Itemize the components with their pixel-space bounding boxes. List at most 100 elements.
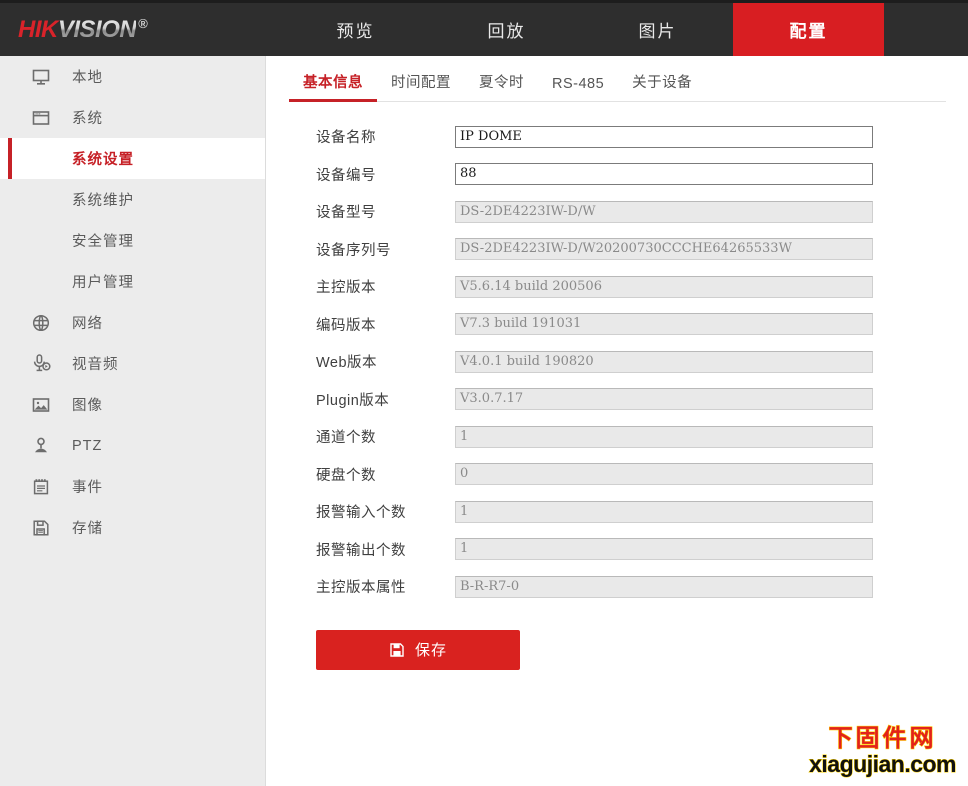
hikvision-logo: HIKVISION ® bbox=[18, 15, 148, 44]
logo-hik-text: HIK bbox=[18, 15, 58, 43]
field-device-serial-row: 设备序列号 DS-2DE4223IW-D/W20200730CCCHE642655… bbox=[267, 231, 968, 269]
field-device-name[interactable]: IP DOME bbox=[455, 125, 873, 148]
field-hdd-count-label: 硬盘个数 bbox=[316, 467, 376, 484]
tab-about-device[interactable]: 关于设备 bbox=[618, 71, 706, 102]
tab-basic-info[interactable]: 基本信息 bbox=[289, 71, 377, 102]
sidebar-item-system[interactable]: 系统 bbox=[0, 97, 265, 138]
sidebar-item-security-management[interactable]: 安全管理 bbox=[0, 220, 265, 261]
field-alarm-in-count-label: 报警输入个数 bbox=[316, 505, 406, 522]
top-header: HIKVISION ® 预览 回放 图片 配置 bbox=[0, 0, 968, 56]
sidebar-nav: 本地 系统系统设置系统维护安全管理用户管理网络视音频图像 PTZ 事件 存储 bbox=[0, 56, 266, 786]
window-icon bbox=[30, 107, 52, 129]
watermark-cn-text: 下固件网 bbox=[828, 724, 937, 752]
field-device-model: DS-2DE4223IW-D/W bbox=[455, 200, 873, 223]
field-device-name-row: 设备名称 IP DOME bbox=[267, 118, 968, 156]
field-plugin-version-row: Plugin版本 V3.0.7.17 bbox=[267, 381, 968, 419]
content-panel: 基本信息 时间配置 夏令时 RS-485 关于设备 设备名称 IP DOME 设备编号 88 设… bbox=[267, 56, 968, 786]
sidebar-item-system-maintenance-label: 系统维护 bbox=[72, 193, 134, 209]
field-encoding-version-row: 编码版本 V7.3 build 191031 bbox=[267, 306, 968, 344]
field-web-version: V4.0.1 build 190820 bbox=[455, 350, 873, 373]
field-device-no[interactable]: 88 bbox=[455, 163, 873, 186]
sidebar-item-network[interactable]: 网络 bbox=[0, 302, 265, 343]
app-window: HIKVISION ® 预览 回放 图片 配置 本地 系统系统设置系统维护安全管理用户管理… bbox=[0, 0, 968, 786]
field-hdd-count-row: 硬盘个数 0 bbox=[267, 456, 968, 494]
field-alarm-in-count-row: 报警输入个数 1 bbox=[267, 493, 968, 531]
tab-about-device-label: 关于设备 bbox=[632, 75, 693, 91]
sidebar-item-ptz[interactable]: PTZ bbox=[0, 425, 265, 466]
save-area: 保存 bbox=[267, 629, 968, 670]
field-alarm-in-count: 1 bbox=[455, 500, 873, 523]
save-button[interactable]: 保存 bbox=[316, 629, 520, 670]
tab-rs485-label: RS-485 bbox=[552, 76, 605, 92]
tab-time-settings[interactable]: 时间配置 bbox=[377, 71, 465, 102]
tab-time-settings-label: 时间配置 bbox=[391, 75, 451, 91]
tab-basic-info-label: 基本信息 bbox=[303, 75, 363, 91]
nav-picture[interactable]: 图片 bbox=[582, 3, 733, 56]
field-firmware-version: V5.6.14 build 200506 bbox=[455, 275, 873, 298]
field-device-model-label: 设备型号 bbox=[316, 205, 376, 222]
field-channel-count-label: 通道个数 bbox=[316, 430, 376, 447]
brand-logo: HIKVISION ® bbox=[0, 3, 280, 56]
tab-bar: 基本信息 时间配置 夏令时 RS-485 关于设备 bbox=[267, 56, 968, 102]
field-firmware-version-label: 主控版本 bbox=[316, 280, 376, 297]
nav-preview-label: 预览 bbox=[336, 22, 375, 41]
basic-info-form: 设备名称 IP DOME 设备编号 88 设备型号 DS-2DE4223IW-D/W 设备序… bbox=[267, 118, 968, 606]
sidebar-item-video-audio[interactable]: 视音频 bbox=[0, 343, 265, 384]
field-device-serial-label: 设备序列号 bbox=[316, 242, 391, 259]
field-plugin-version: V3.0.7.17 bbox=[455, 388, 873, 411]
floppy-icon bbox=[30, 517, 52, 539]
ptz-icon bbox=[30, 435, 52, 457]
globe-icon bbox=[30, 312, 52, 334]
watermark: 下固件网 xiagujian.com bbox=[809, 724, 957, 777]
sidebar-item-system-maintenance[interactable]: 系统维护 bbox=[0, 179, 265, 220]
tab-dst[interactable]: 夏令时 bbox=[465, 71, 538, 102]
sidebar-item-event[interactable]: 事件 bbox=[0, 466, 265, 507]
field-alarm-out-count-row: 报警输出个数 1 bbox=[267, 531, 968, 569]
sidebar-item-user-management[interactable]: 用户管理 bbox=[0, 261, 265, 302]
nav-playback[interactable]: 回放 bbox=[431, 3, 582, 56]
watermark-en-text: xiagujian.com bbox=[809, 750, 957, 777]
field-web-version-row: Web版本 V4.0.1 build 190820 bbox=[267, 343, 968, 381]
field-device-model-row: 设备型号 DS-2DE4223IW-D/W bbox=[267, 193, 968, 231]
sidebar-item-storage[interactable]: 存储 bbox=[0, 507, 265, 548]
nav-picture-label: 图片 bbox=[638, 22, 677, 41]
field-alarm-out-count-label: 报警输出个数 bbox=[316, 542, 406, 559]
field-alarm-out-count: 1 bbox=[455, 538, 873, 561]
save-button-label: 保存 bbox=[414, 642, 447, 659]
registered-mark-icon: ® bbox=[138, 15, 148, 31]
sidebar-item-system-settings-label: 系统设置 bbox=[72, 152, 134, 168]
nav-playback-label: 回放 bbox=[487, 22, 526, 41]
sidebar-item-user-management-label: 用户管理 bbox=[72, 275, 134, 291]
field-firmware-version-row: 主控版本 V5.6.14 build 200506 bbox=[267, 268, 968, 306]
field-channel-count-row: 通道个数 1 bbox=[267, 418, 968, 456]
sidebar-item-security-management-label: 安全管理 bbox=[72, 234, 134, 250]
field-device-no-row: 设备编号 88 bbox=[267, 156, 968, 194]
field-firmware-attr-label: 主控版本属性 bbox=[316, 580, 406, 597]
field-plugin-version-label: Plugin版本 bbox=[316, 392, 390, 409]
nav-preview[interactable]: 预览 bbox=[280, 3, 431, 56]
field-firmware-attr-row: 主控版本属性 B-R-R7-0 bbox=[267, 568, 968, 606]
field-web-version-label: Web版本 bbox=[316, 355, 378, 372]
sidebar-item-local[interactable]: 本地 bbox=[0, 56, 265, 97]
logo-vision-text: VISION bbox=[57, 15, 137, 43]
main-nav: 预览 回放 图片 配置 bbox=[280, 3, 968, 56]
nav-config[interactable]: 配置 bbox=[733, 3, 884, 56]
sidebar-item-image[interactable]: 图像 bbox=[0, 384, 265, 425]
microphone-icon bbox=[30, 353, 52, 375]
sidebar-item-video-audio-label: 视音频 bbox=[72, 357, 119, 373]
nav-config-label: 配置 bbox=[789, 22, 828, 41]
field-encoding-version-label: 编码版本 bbox=[316, 317, 376, 334]
field-firmware-attr: B-R-R7-0 bbox=[455, 575, 873, 598]
sidebar-item-system-settings[interactable]: 系统设置 bbox=[0, 138, 265, 179]
field-device-no-label: 设备编号 bbox=[316, 167, 376, 184]
floppy-save-icon bbox=[389, 642, 405, 658]
tab-dst-label: 夏令时 bbox=[479, 75, 524, 91]
notepad-icon bbox=[30, 476, 52, 498]
monitor-icon bbox=[30, 66, 52, 88]
field-device-serial: DS-2DE4223IW-D/W20200730CCCHE64265533W bbox=[455, 238, 873, 261]
field-channel-count: 1 bbox=[455, 425, 873, 448]
field-encoding-version: V7.3 build 191031 bbox=[455, 313, 873, 336]
field-hdd-count: 0 bbox=[455, 463, 873, 486]
field-device-name-label: 设备名称 bbox=[316, 130, 376, 147]
tab-rs485[interactable]: RS-485 bbox=[538, 76, 618, 102]
